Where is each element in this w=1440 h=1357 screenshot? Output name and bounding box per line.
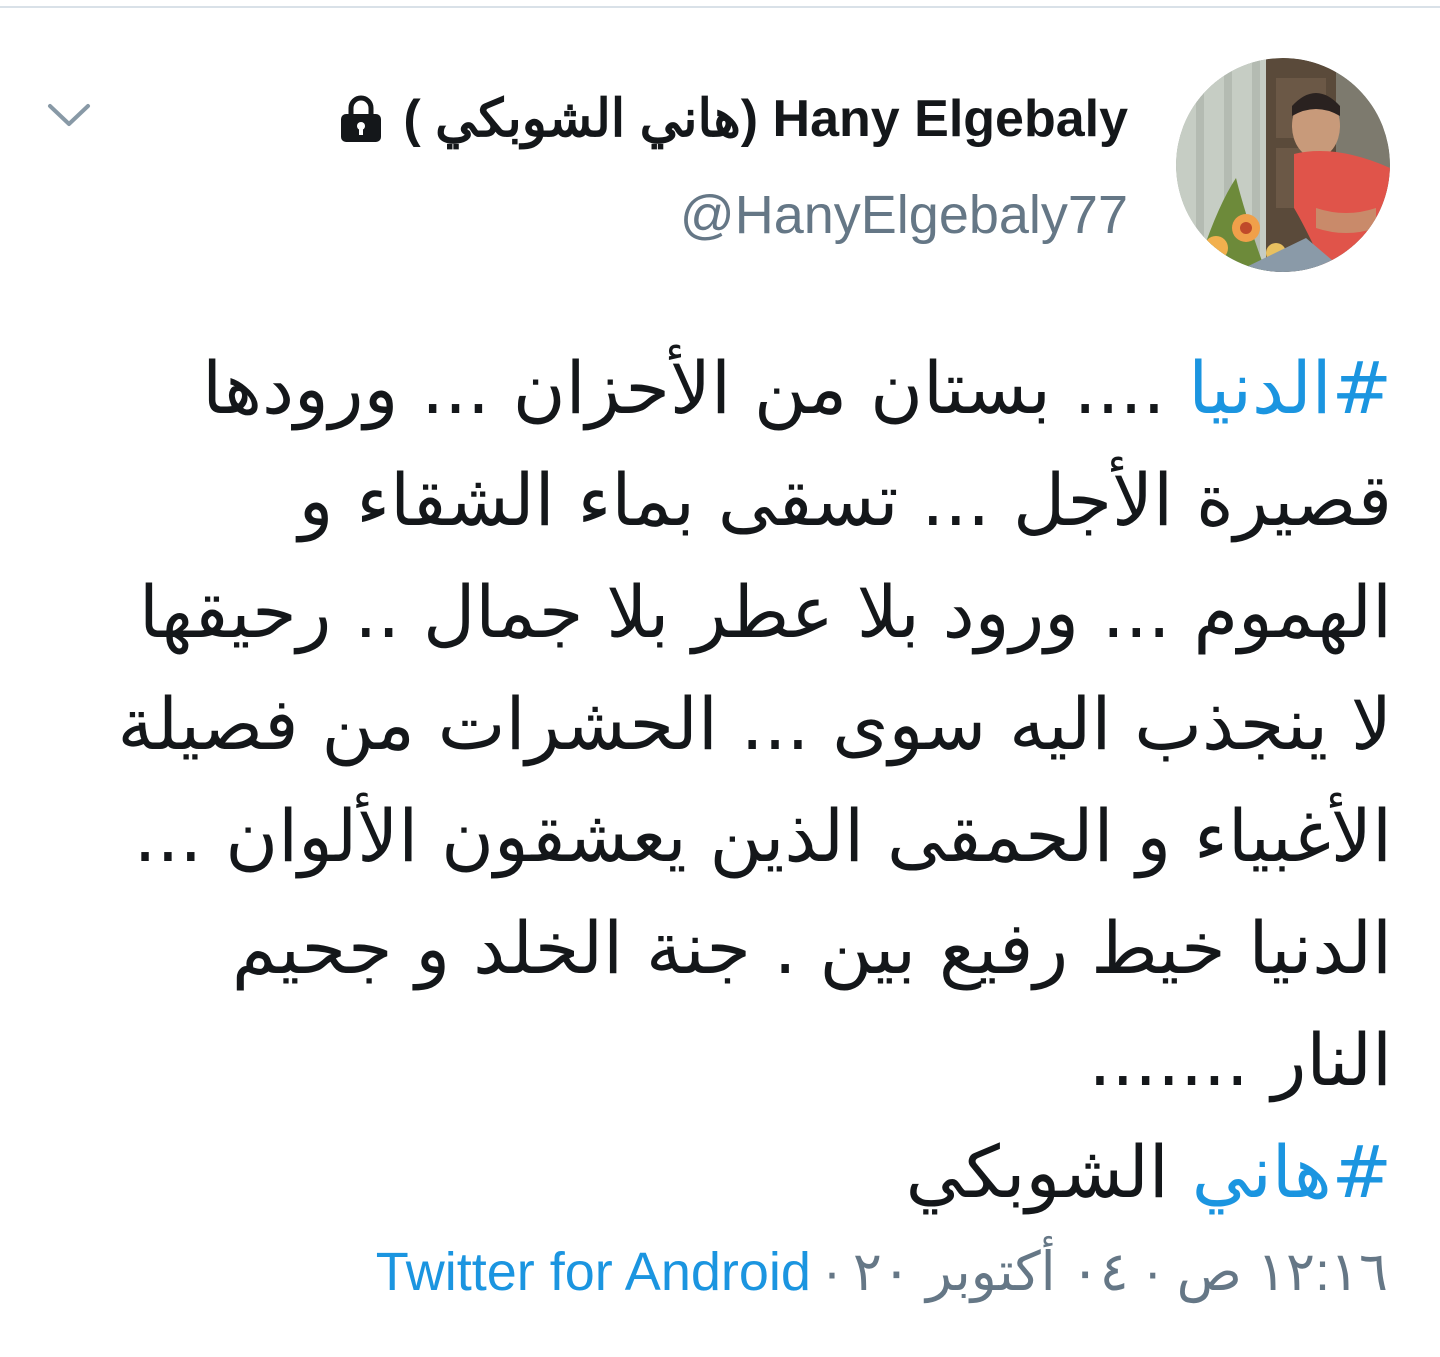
- tweet-line-text: الشوبكي: [905, 1130, 1192, 1214]
- chevron-down-icon[interactable]: [44, 96, 94, 136]
- lock-icon: [341, 95, 382, 142]
- tweet-line-6: الدنيا خيط رفيع بين . جنة الخلد و جحيم: [231, 906, 1392, 990]
- top-divider: [0, 6, 1440, 8]
- tweet-author-row: ( هاني الشوبكي) Hany Elgebaly: [337, 82, 1128, 156]
- tweet-line-1: #الدنيا .... بستان من الأحزان ... ورودها: [60, 332, 1392, 444]
- tweet-line-7: النار .......: [1088, 1018, 1392, 1102]
- hashtag-link[interactable]: #الدنيا: [1188, 346, 1392, 430]
- tweet-line-4: لا ينجذب اليه سوى ... الحشرات من فصيلة: [117, 682, 1392, 766]
- user-handle[interactable]: @HanyElgebaly77: [680, 184, 1128, 246]
- tweet-meta: Twitter for Android · ١٢:١٦ ص · ٠٤ أكتوب…: [376, 1240, 1388, 1303]
- display-name[interactable]: ( هاني الشوبكي) Hany Elgebaly: [403, 89, 1128, 149]
- tweet-line-8: #هاني الشوبكي: [60, 1116, 1392, 1228]
- tweet-line-text: .... بستان من الأحزان ... ورودها: [202, 346, 1189, 430]
- meta-separator: ·: [822, 1241, 841, 1302]
- tweet-line-3: الهموم ... ورود بلا عطر بلا جمال .. رحيق…: [138, 570, 1392, 654]
- tweet-source-link[interactable]: Twitter for Android: [376, 1241, 811, 1303]
- tweet-line-5: الأغبياء و الحمقى الذين يعشقون الألوان .…: [133, 794, 1392, 878]
- tweet-timestamp[interactable]: ١٢:١٦ ص · ٠٤ أكتوبر ٢٠: [853, 1240, 1388, 1303]
- hashtag-link[interactable]: #هاني: [1192, 1130, 1392, 1214]
- tweet-text: #الدنيا .... بستان من الأحزان ... ورودها…: [60, 332, 1392, 1228]
- avatar[interactable]: [1176, 58, 1390, 272]
- tweet-line-2: قصيرة الأجل ... تسقى بماء الشقاء و: [298, 458, 1392, 542]
